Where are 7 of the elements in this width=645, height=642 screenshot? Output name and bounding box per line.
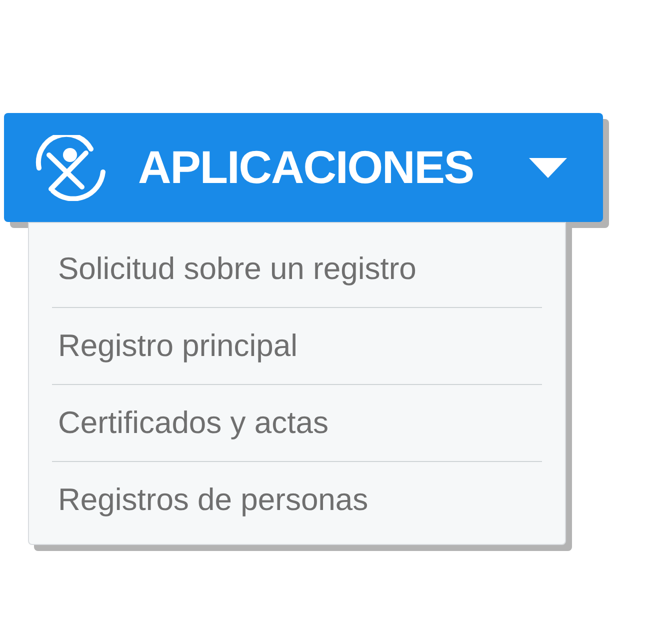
menu-item[interactable]: Solicitud sobre un registro [52,231,542,307]
menu-item[interactable]: Certificados y actas [52,385,542,461]
menu-item[interactable]: Registro principal [52,308,542,384]
logo-icon [34,134,108,200]
menu-item[interactable]: Registros de personas [52,462,542,538]
caret-icon [529,158,567,178]
menu-button[interactable]: APLICACIONES [4,113,603,222]
